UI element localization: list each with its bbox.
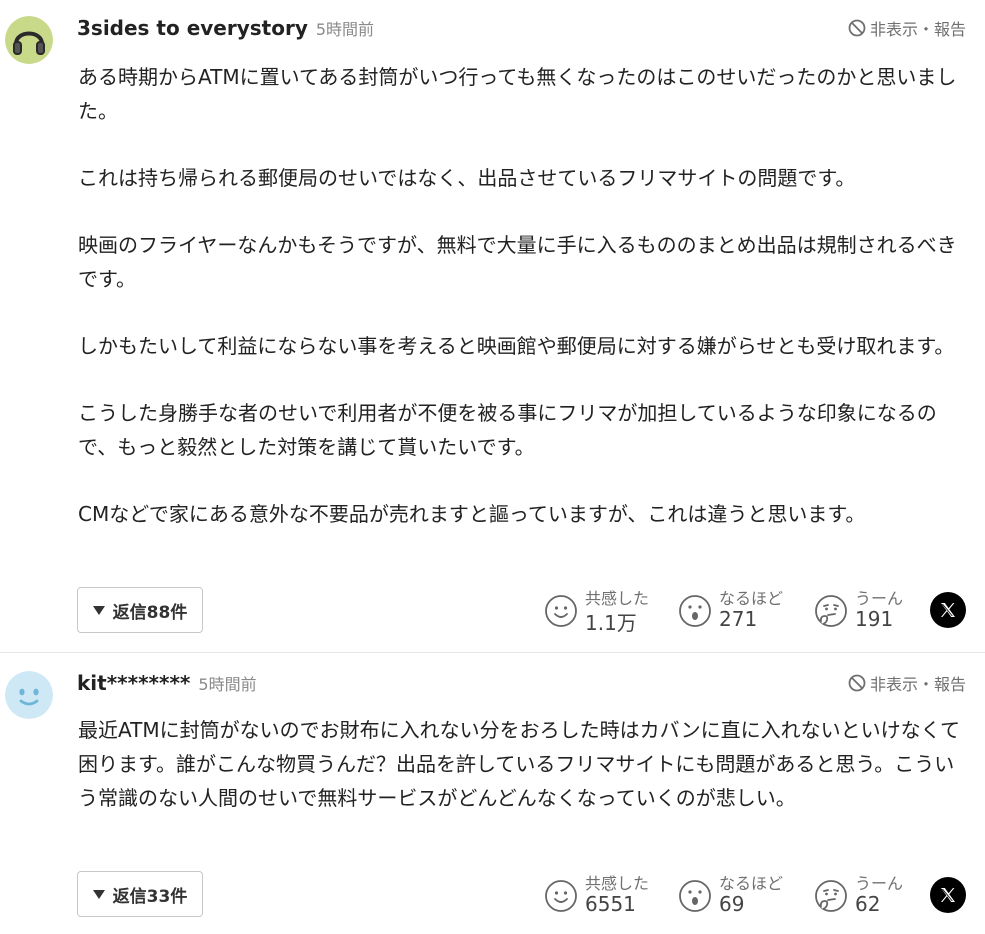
caret-down-icon xyxy=(92,605,105,615)
reaction-count: 271 xyxy=(719,607,758,631)
comment-paragraph: 最近ATMに封筒がないのでお財布に入れない分をおろした時はカバンに直に入れないと… xyxy=(78,718,961,810)
share-x-button[interactable] xyxy=(930,592,966,628)
headphones-avatar-icon xyxy=(5,16,53,64)
reaction-count: 1.1万 xyxy=(585,611,637,635)
reaction-label: うーん xyxy=(855,589,904,608)
hide-report-label: 非表示・報告 xyxy=(869,675,966,694)
comment-paragraph: ある時期からATMに置いてある封筒がいつ行っても無くなったのはこのせいだったのか… xyxy=(78,65,957,123)
x-logo-icon xyxy=(941,888,955,902)
comment-header: 3sides to everystory 5時間前 xyxy=(77,16,374,46)
reply-toggle-button[interactable]: 返信33件 xyxy=(77,871,203,917)
reaction-label: うーん xyxy=(855,874,904,893)
user-avatar[interactable] xyxy=(5,16,53,64)
reaction-count: 69 xyxy=(719,892,745,916)
reaction-label: 共感した xyxy=(585,589,650,608)
reaction-label: なるほど xyxy=(719,589,784,608)
comment-item: 3sides to everystory 5時間前 非表示・報告 ある時期からA… xyxy=(0,0,985,652)
smile-icon xyxy=(545,880,577,912)
reaction-count: 6551 xyxy=(585,892,636,916)
comment-paragraph: CMなどで家にある意外な不要品が売れますと謳っていますが、これは違うと思います。 xyxy=(78,502,866,526)
timestamp: 5時間前 xyxy=(198,675,257,694)
x-logo-icon xyxy=(941,603,955,617)
thinking-icon xyxy=(815,595,847,627)
share-x-button[interactable] xyxy=(930,877,966,913)
username[interactable]: 3sides to everystory xyxy=(77,16,308,40)
reaction-label: なるほど xyxy=(719,874,784,893)
username[interactable]: kit******** xyxy=(77,671,190,695)
caret-down-icon xyxy=(92,889,105,899)
default-face-avatar-icon xyxy=(5,671,53,719)
ban-icon xyxy=(848,674,866,692)
comment-header: kit******** 5時間前 xyxy=(77,671,257,701)
smile-icon xyxy=(545,595,577,627)
comment-paragraph: これは持ち帰られる郵便局のせいではなく、出品させているフリマサイトの問題です。 xyxy=(78,166,856,190)
user-avatar[interactable] xyxy=(5,671,53,719)
hide-report-link[interactable]: 非表示・報告 xyxy=(847,671,966,695)
reaction-count: 62 xyxy=(855,892,881,916)
reply-count-label: 返信33件 xyxy=(112,886,188,907)
reaction-count: 191 xyxy=(855,607,894,631)
surprised-icon xyxy=(679,880,711,912)
hide-report-label: 非表示・報告 xyxy=(869,20,966,39)
reply-toggle-button[interactable]: 返信88件 xyxy=(77,587,203,633)
comment-body: 最近ATMに封筒がないのでお財布に入れない分をおろした時はカバンに直に入れないと… xyxy=(78,713,968,815)
reaction-label: 共感した xyxy=(585,874,650,893)
ban-icon xyxy=(848,19,866,37)
timestamp: 5時間前 xyxy=(315,20,375,39)
comment-paragraph: しかもたいして利益にならない事を考えると映画館や郵便局に対する嫌がらせとも受け取… xyxy=(78,334,955,358)
comment-paragraph: 映画のフライヤーなんかもそうですが、無料で大量に手に入るもののまとめ出品は規制さ… xyxy=(78,233,957,291)
surprised-icon xyxy=(679,595,711,627)
hide-report-link[interactable]: 非表示・報告 xyxy=(847,16,966,40)
thinking-icon xyxy=(815,880,847,912)
comment-body: ある時期からATMに置いてある封筒がいつ行っても無くなったのはこのせいだったのか… xyxy=(78,60,968,531)
reply-count-label: 返信88件 xyxy=(112,602,188,623)
comment-item: kit******** 5時間前 非表示・報告 最近ATMに封筒がないのでお財布… xyxy=(0,653,985,934)
comment-paragraph: こうした身勝手な者のせいで利用者が不便を被る事にフリマが加担しているような印象に… xyxy=(78,401,937,459)
